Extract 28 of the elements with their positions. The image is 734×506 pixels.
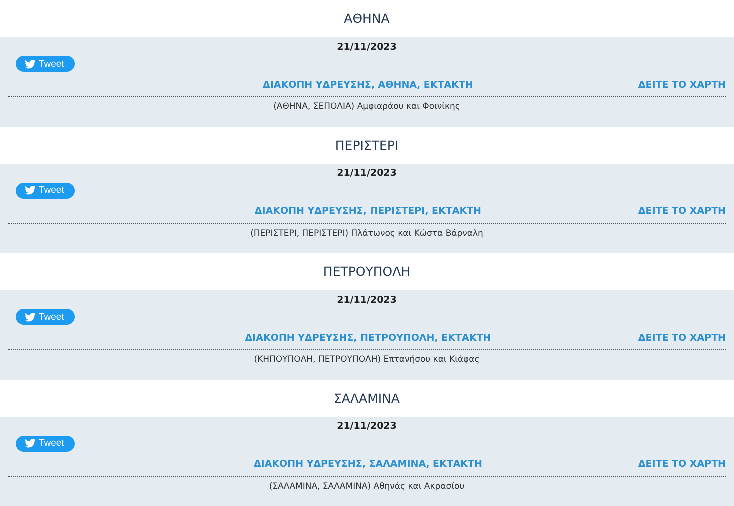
outage-address: (ΑΘΗΝΑ, ΣΕΠΟΛΙΑ) Αμφιαράου και Φοινίκης — [274, 102, 460, 112]
map-link[interactable]: ΔΕΙΤΕ ΤΟ ΧΑΡΤΗ — [638, 332, 726, 344]
outage-title-link[interactable]: ΔΙΑΚΟΠΗ ΥΔΡΕΥΣΗΣ, ΠΕΡΙΣΤΕΡΙ, ΕΚΤΑΚΤΗ — [254, 206, 482, 217]
outage-address: (ΠΕΡΙΣΤΕΡΙ, ΠΕΡΙΣΤΕΡΙ) Πλάτωνος και Κώστα Βάρναλη — [250, 228, 484, 238]
outage-date: 21/11/2023 — [337, 421, 397, 432]
bird-icon — [25, 312, 36, 322]
bird-icon — [25, 186, 36, 195]
tweet-button[interactable]: Tweet — [16, 309, 76, 325]
city-heading: ΣΑΛΑΜΙΝΑ — [334, 390, 400, 406]
outage-date: 21/11/2023 — [337, 294, 397, 306]
city-heading: ΠΕΡΙΣΤΕΡΙ — [335, 138, 399, 152]
tweet-button[interactable]: Tweet — [16, 182, 76, 198]
city-heading: ΑΘΗΝΑ — [344, 11, 390, 26]
bird-icon — [25, 60, 36, 68]
map-link[interactable]: ΔΕΙΤΕ ΤΟ ΧΑΡΤΗ — [638, 459, 726, 470]
outage-address: (ΚΗΠΟΥΠΟΛΗ, ΠΕΤΡΟΥΠΟΛΗ) Επτανήσου και Κιάφας — [254, 355, 480, 365]
tweet-button[interactable]: Tweet — [16, 436, 76, 452]
outage-date: 21/11/2023 — [337, 168, 397, 179]
map-link[interactable]: ΔΕΙΤΕ ΤΟ ΧΑΡΤΗ — [638, 206, 726, 217]
outage-title-link[interactable]: ΔΙΑΚΟΠΗ ΥΔΡΕΥΣΗΣ, ΠΕΤΡΟΥΠΟΛΗ, ΕΚΤΑΚΤΗ — [245, 332, 492, 344]
outage-title-link[interactable]: ΔΙΑΚΟΠΗ ΥΔΡΕΥΣΗΣ, ΑΘΗΝΑ, ΕΚΤΑΚΤΗ — [263, 80, 474, 90]
city-heading: ΠΕΤΡΟΥΠΟΛΗ — [323, 264, 411, 279]
map-link[interactable]: ΔΕΙΤΕ ΤΟ ΧΑΡΤΗ — [638, 80, 726, 90]
tweet-button[interactable]: Tweet — [16, 56, 76, 72]
outage-title-link[interactable]: ΔΙΑΚΟΠΗ ΥΔΡΕΥΣΗΣ, ΣΑΛΑΜΙΝΑ, ΕΚΤΑΚΤΗ — [254, 459, 482, 470]
bird-icon — [25, 439, 36, 448]
outage-address: (ΣΑΛΑΜΙΝΑ, ΣΑΛΑΜΙΝΑ) Αθηνάς και Ακρασίου — [269, 482, 465, 492]
outage-date: 21/11/2023 — [337, 42, 397, 52]
